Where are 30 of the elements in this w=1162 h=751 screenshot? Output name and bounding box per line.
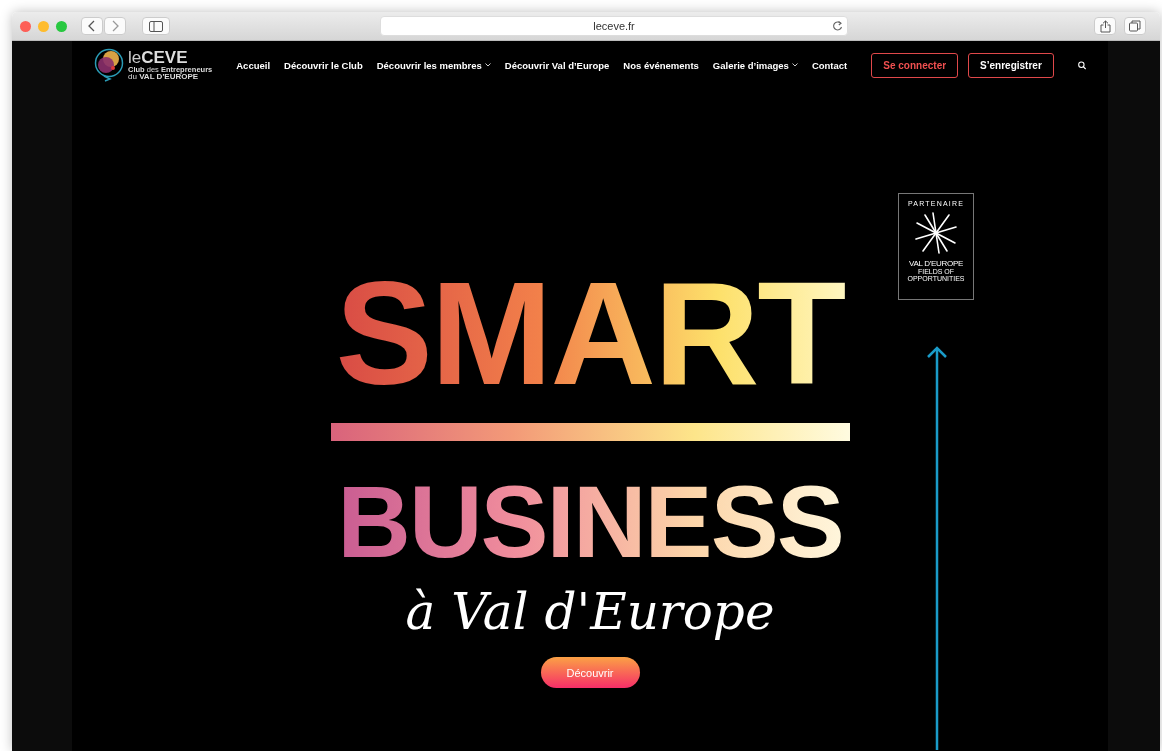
nav-link[interactable]: Découvrir Val d’Europe xyxy=(504,59,610,71)
logo-icon[interactable] xyxy=(94,48,126,82)
chevron-down-icon[interactable] xyxy=(791,63,798,67)
address-bar[interactable]: leceve.fr xyxy=(380,16,848,36)
nav-link[interactable]: Nos événements xyxy=(623,59,699,71)
badge-name: VAL D'EUROPE xyxy=(909,259,963,268)
logo-tagline: du VAL D'EUROPE xyxy=(128,73,199,82)
nav-link[interactable]: Découvrir le Club xyxy=(284,59,363,71)
login-button[interactable]: Se connecter xyxy=(871,52,959,78)
arrow-icon xyxy=(926,346,948,750)
share-button[interactable] xyxy=(1094,17,1116,35)
sidebar-button[interactable] xyxy=(142,17,170,35)
chevron-down-icon[interactable] xyxy=(484,63,491,67)
register-button[interactable]: S’enregistrer xyxy=(968,52,1054,78)
starburst-icon xyxy=(913,211,959,255)
nav-link[interactable]: Galerie d’images xyxy=(712,59,798,71)
logo-name[interactable]: leCEVE xyxy=(128,48,213,66)
nav-link[interactable]: Contact xyxy=(811,59,848,71)
nav-link[interactable]: Accueil xyxy=(236,59,271,71)
sidebar-icon[interactable] xyxy=(149,20,163,32)
nav-link[interactable]: Découvrir les membres xyxy=(376,59,491,71)
tabs-button[interactable] xyxy=(1124,17,1146,35)
share-icon[interactable] xyxy=(1099,19,1111,33)
forward-icon[interactable] xyxy=(111,20,119,32)
tabs-icon[interactable] xyxy=(1129,20,1141,32)
hero-script-text: à Val d'Europe xyxy=(405,583,775,641)
search-icon[interactable] xyxy=(1077,59,1086,71)
back-button[interactable] xyxy=(81,17,103,35)
reload-icon[interactable] xyxy=(832,20,843,32)
back-icon[interactable] xyxy=(88,20,96,32)
